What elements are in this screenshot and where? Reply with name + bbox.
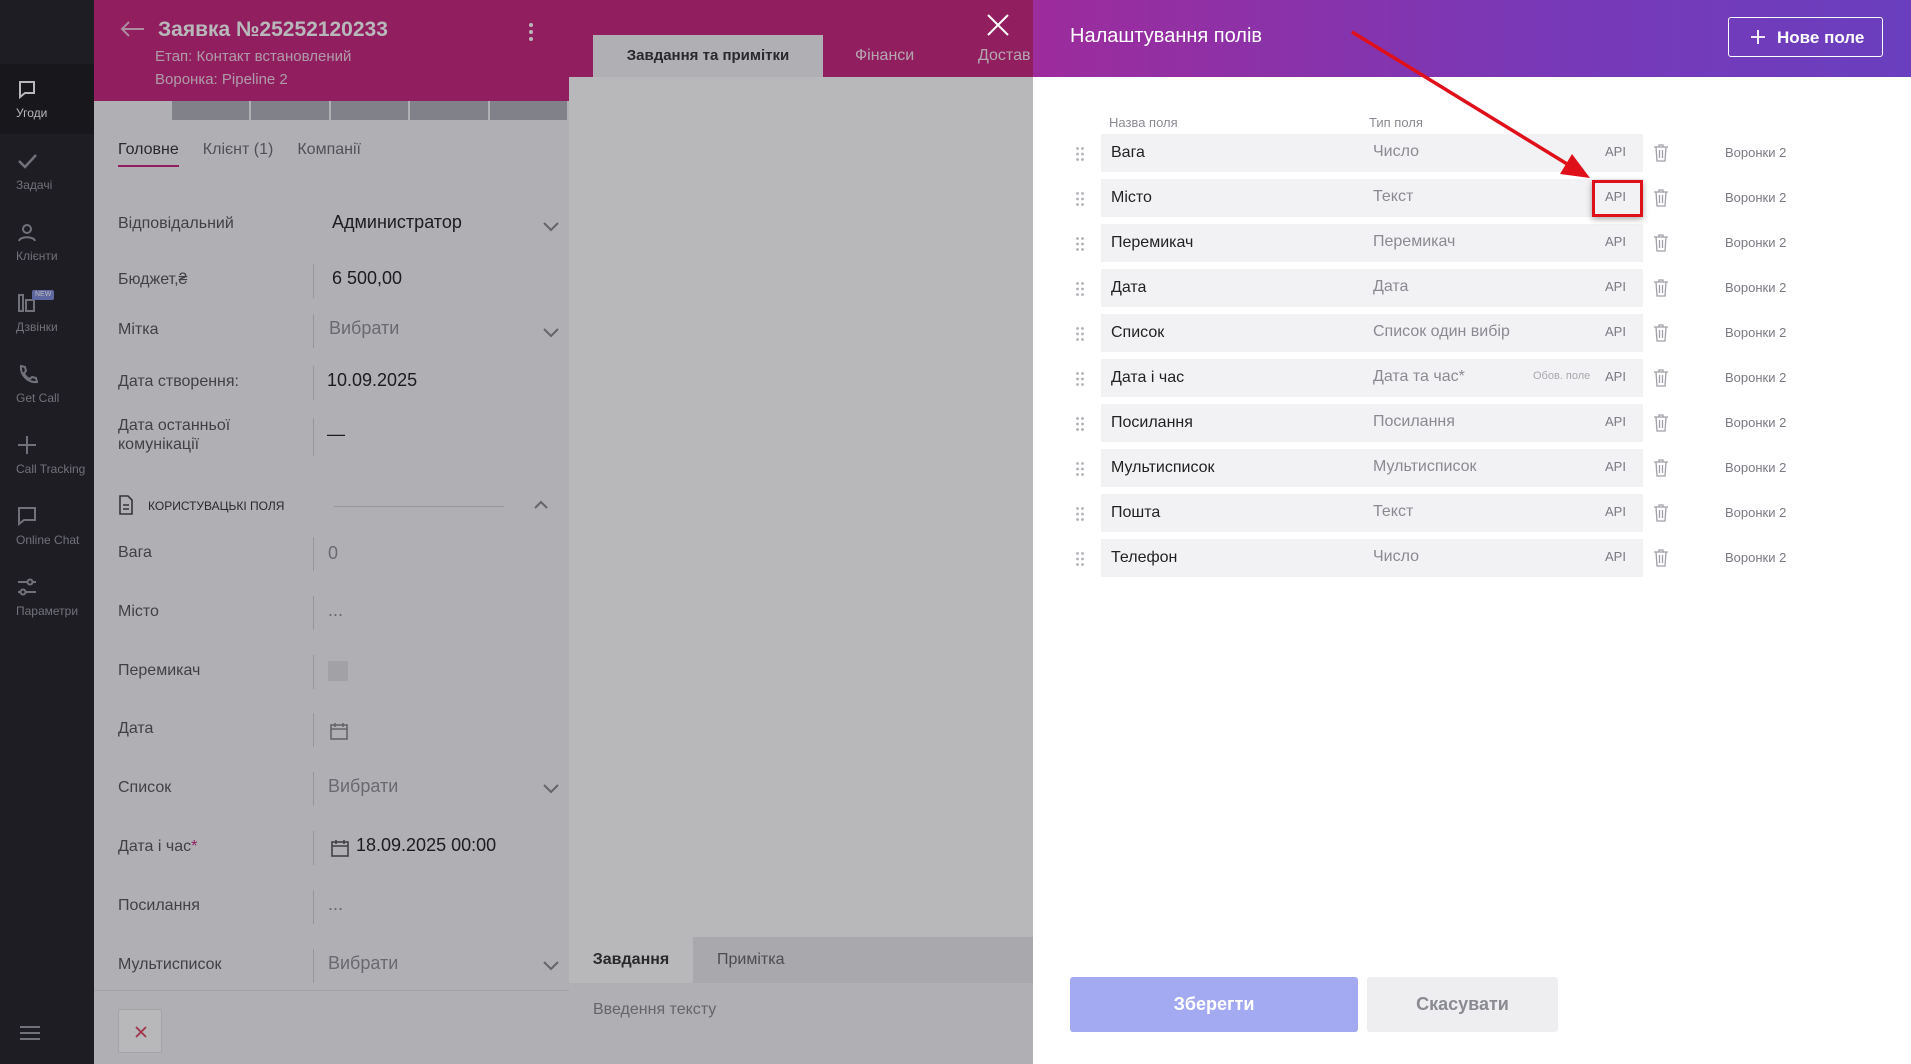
field-type: Дата та час* (1373, 368, 1465, 385)
field-name[interactable]: Список (1111, 324, 1164, 342)
field-row[interactable]: Телефон Число API Воронки 2 (1033, 539, 1911, 577)
api-button[interactable]: API (1605, 324, 1626, 339)
api-button[interactable]: API (1605, 549, 1626, 564)
field-row-background[interactable] (1101, 539, 1643, 577)
drag-handle-icon[interactable] (1075, 416, 1085, 432)
field-row[interactable]: Вага Число API Воронки 2 (1033, 134, 1911, 172)
api-button[interactable]: API (1605, 234, 1626, 249)
field-funnel: Воронки 2 (1725, 370, 1787, 385)
field-funnel: Воронки 2 (1725, 280, 1787, 295)
field-funnel: Воронки 2 (1725, 460, 1787, 475)
field-type: Список один вибір (1373, 323, 1510, 340)
drag-handle-icon[interactable] (1075, 236, 1085, 252)
drag-handle-icon[interactable] (1075, 461, 1085, 477)
field-row[interactable]: Дата і час Дата та час* Обов. поле API Ворон… (1033, 359, 1911, 397)
trash-icon[interactable] (1653, 323, 1669, 343)
field-row[interactable]: Перемикач Перемикач API Воронки 2 (1033, 224, 1911, 262)
drag-handle-icon[interactable] (1075, 371, 1085, 387)
field-name[interactable]: Дата і час (1111, 369, 1184, 387)
field-name[interactable]: Перемикач (1111, 234, 1193, 252)
column-header-type: Тип поля (1369, 115, 1423, 130)
field-name[interactable]: Посилання (1111, 414, 1193, 432)
field-name[interactable]: Дата (1111, 279, 1146, 297)
drag-handle-icon[interactable] (1075, 191, 1085, 207)
field-row-background[interactable] (1101, 134, 1643, 172)
field-row-background[interactable] (1101, 179, 1643, 217)
column-header-name: Назва поля (1109, 115, 1178, 130)
trash-icon[interactable] (1653, 143, 1669, 163)
required-field-note: Обов. поле (1533, 370, 1591, 382)
field-funnel: Воронки 2 (1725, 415, 1787, 430)
drag-handle-icon[interactable] (1075, 146, 1085, 162)
field-row[interactable]: Список Список один вибір API Воронки 2 (1033, 314, 1911, 352)
field-type: Посилання (1373, 413, 1455, 430)
trash-icon[interactable] (1653, 233, 1669, 253)
new-field-label: Нове поле (1777, 28, 1865, 47)
panel-title: Налаштування полів (1070, 25, 1263, 47)
api-button[interactable]: API (1605, 459, 1626, 474)
new-field-button[interactable]: Нове поле (1728, 17, 1883, 57)
field-type: Перемикач (1373, 233, 1456, 250)
field-row-background[interactable] (1101, 494, 1643, 532)
plus-icon (1751, 30, 1765, 44)
close-icon[interactable] (986, 13, 1010, 37)
trash-icon[interactable] (1653, 188, 1669, 208)
api-button[interactable]: API (1605, 504, 1626, 519)
field-type: Текст (1373, 503, 1414, 520)
field-row[interactable]: Місто Текст API Воронки 2 (1033, 179, 1911, 217)
field-funnel: Воронки 2 (1725, 190, 1787, 205)
trash-icon[interactable] (1653, 503, 1669, 523)
field-row[interactable]: Дата Дата API Воронки 2 (1033, 269, 1911, 307)
drag-handle-icon[interactable] (1075, 326, 1085, 342)
drag-handle-icon[interactable] (1075, 281, 1085, 297)
field-settings-header: Налаштування полів Нове поле (1033, 0, 1911, 77)
api-highlight-box (1592, 180, 1643, 217)
field-name[interactable]: Пошта (1111, 504, 1160, 522)
cancel-button[interactable]: Скасувати (1367, 977, 1558, 1032)
trash-icon[interactable] (1653, 548, 1669, 568)
api-button[interactable]: API (1605, 279, 1626, 294)
field-settings-panel: Налаштування полів Нове поле Назва поля … (1033, 0, 1911, 1064)
drag-handle-icon[interactable] (1075, 551, 1085, 567)
field-row-background[interactable] (1101, 314, 1643, 352)
field-row[interactable]: Пошта Текст API Воронки 2 (1033, 494, 1911, 532)
trash-icon[interactable] (1653, 413, 1669, 433)
field-type: Дата (1373, 278, 1409, 295)
field-type: Число (1373, 143, 1420, 160)
api-button[interactable]: API (1605, 144, 1626, 159)
field-row-background[interactable] (1101, 269, 1643, 307)
field-funnel: Воронки 2 (1725, 235, 1787, 250)
field-name[interactable]: Телефон (1111, 549, 1177, 567)
field-funnel: Воронки 2 (1725, 505, 1787, 520)
field-row[interactable]: Посилання Посилання API Воронки 2 (1033, 404, 1911, 442)
field-type: Текст (1373, 188, 1414, 205)
field-type: Число (1373, 548, 1420, 565)
trash-icon[interactable] (1653, 278, 1669, 298)
field-type: Мультисписок (1373, 458, 1477, 475)
api-button[interactable]: API (1605, 414, 1626, 429)
modal-backdrop[interactable] (0, 0, 1033, 1064)
field-funnel: Воронки 2 (1725, 145, 1787, 160)
field-funnel: Воронки 2 (1725, 325, 1787, 340)
drag-handle-icon[interactable] (1075, 506, 1085, 522)
trash-icon[interactable] (1653, 368, 1669, 388)
trash-icon[interactable] (1653, 458, 1669, 478)
field-funnel: Воронки 2 (1725, 550, 1787, 565)
field-row[interactable]: Мультисписок Мультисписок API Воронки 2 (1033, 449, 1911, 487)
save-button[interactable]: Зберегти (1070, 977, 1358, 1032)
field-name[interactable]: Мультисписок (1111, 459, 1215, 477)
api-button[interactable]: API (1605, 369, 1626, 384)
field-name[interactable]: Вага (1111, 144, 1145, 162)
field-name[interactable]: Місто (1111, 189, 1152, 207)
